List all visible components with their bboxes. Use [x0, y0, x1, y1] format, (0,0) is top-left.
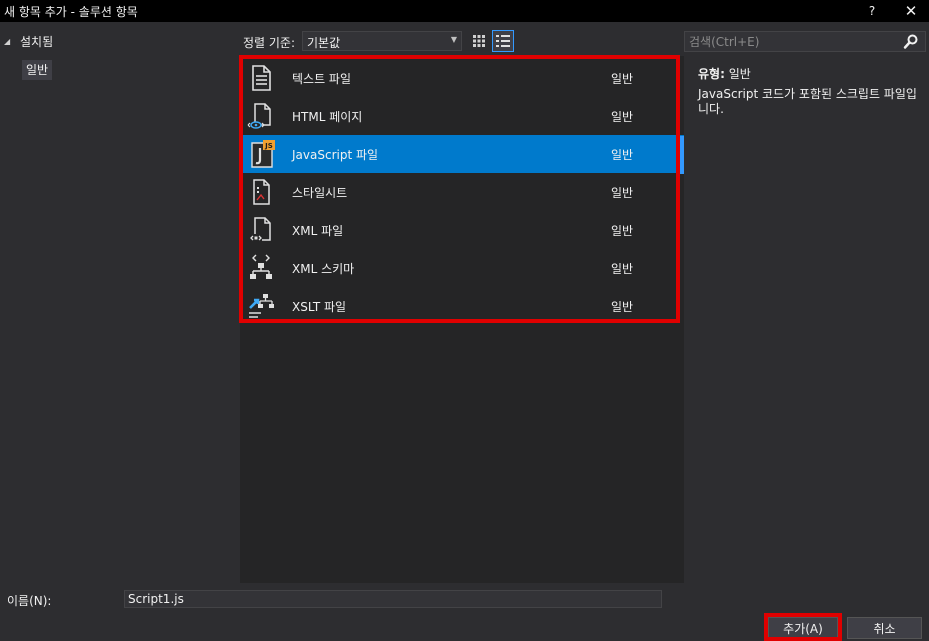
list-item[interactable]: HTML 페이지 일반: [240, 97, 684, 135]
details-panel: 유형: 일반 JavaScript 코드가 포함된 스크립트 파일입니다.: [686, 56, 929, 583]
list-item[interactable]: 텍스트 파일 일반: [240, 59, 684, 97]
item-category: 일반: [611, 72, 634, 86]
xml-schema-icon: [250, 254, 272, 279]
item-name: XSLT 파일: [292, 300, 347, 314]
item-category: 일반: [611, 148, 634, 162]
add-button[interactable]: 추가(A): [768, 617, 838, 639]
item-name: 텍스트 파일: [292, 72, 352, 86]
xml-file-icon: [250, 217, 271, 242]
detail-description: JavaScript 코드가 포함된 스크립트 파일입니다.: [698, 87, 917, 116]
item-category: 일반: [611, 110, 634, 124]
selection-accent: [680, 136, 684, 174]
item-name: HTML 페이지: [292, 110, 363, 124]
item-category: 일반: [611, 186, 634, 200]
detail-type-label: 유형:: [698, 67, 725, 81]
detail-type-value: 일반: [728, 67, 751, 81]
text-file-icon: [252, 65, 271, 91]
detail-type: 유형: 일반: [698, 65, 751, 82]
grid-view-button[interactable]: [469, 31, 489, 51]
search-input[interactable]: [687, 33, 897, 50]
name-label: 이름(N):: [7, 594, 52, 608]
item-category: 일반: [611, 262, 634, 276]
cancel-button[interactable]: 취소: [847, 617, 922, 639]
sort-dropdown[interactable]: 기본값 ▼: [302, 31, 462, 51]
xslt-file-icon: [249, 294, 274, 318]
help-button[interactable]: ?: [862, 1, 882, 21]
name-input[interactable]: [124, 590, 662, 608]
window-title: 새 항목 추가 - 솔루션 항목: [4, 5, 138, 19]
item-name: 스타일시트: [292, 186, 348, 200]
item-category: 일반: [611, 300, 634, 314]
close-button[interactable]: ✕: [899, 0, 923, 22]
tree-node-installed[interactable]: ◢ 설치됨: [4, 33, 53, 49]
item-name: JavaScript 파일: [292, 148, 379, 162]
template-list: 텍스트 파일 일반 HTML 페이지 일반 JS JavaScript 파일 일…: [240, 56, 684, 583]
list-item-selected[interactable]: JS JavaScript 파일 일반: [240, 135, 684, 173]
sort-dropdown-value: 기본값: [307, 36, 341, 50]
title-bar: 새 항목 추가 - 솔루션 항목 ? ✕: [0, 0, 929, 22]
list-item[interactable]: XSLT 파일 일반: [240, 287, 684, 325]
tree-node-general[interactable]: 일반: [22, 60, 53, 80]
dropdown-arrow-icon: ▼: [450, 35, 457, 44]
item-name: XML 스키마: [292, 262, 355, 276]
grid-view-icon: [473, 35, 485, 47]
search-box: [684, 31, 926, 52]
expand-arrow-icon[interactable]: ◢: [4, 37, 14, 46]
list-item[interactable]: XML 파일 일반: [240, 211, 684, 249]
list-item[interactable]: XML 스키마 일반: [240, 249, 684, 287]
search-icon[interactable]: [903, 33, 919, 50]
item-name: XML 파일: [292, 224, 344, 238]
list-view-button[interactable]: [492, 30, 514, 52]
tree-node-label: 설치됨: [20, 34, 54, 49]
category-tree: ◢ 설치됨 일반: [0, 26, 238, 583]
html-page-icon: [247, 103, 271, 129]
javascript-file-icon: JS: [251, 140, 275, 168]
list-item[interactable]: 스타일시트 일반: [240, 173, 684, 211]
sort-label: 정렬 기준:: [243, 36, 296, 50]
list-view-icon: [496, 35, 510, 47]
stylesheet-icon: [253, 179, 270, 205]
item-category: 일반: [611, 224, 634, 238]
svg-text:JS: JS: [264, 142, 273, 150]
